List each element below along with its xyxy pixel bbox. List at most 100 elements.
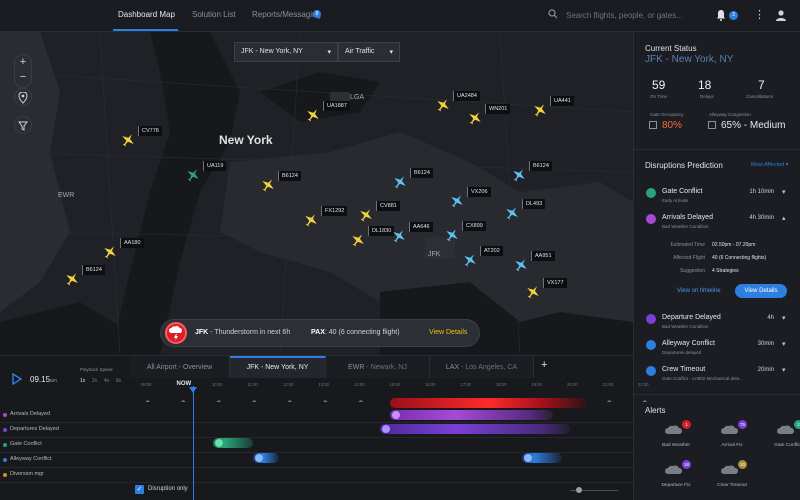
- time-tick: 16:00: [425, 382, 436, 387]
- bell-icon[interactable]: [716, 9, 726, 21]
- view-on-timeline-link[interactable]: View on timeline: [677, 288, 721, 294]
- alert-message: - Thunderstorm in next 6h: [210, 329, 291, 336]
- flight-label: DL1830: [368, 226, 395, 236]
- disruption-cause: Departures delayed: [662, 350, 702, 355]
- row-label: Diversion mgr: [10, 471, 44, 477]
- plane-icon: [262, 179, 274, 192]
- chevron-icon[interactable]: ▴: [782, 214, 786, 222]
- zoom-in-button[interactable]: +: [15, 55, 31, 70]
- search-input[interactable]: [566, 7, 696, 23]
- plane-icon: [527, 286, 539, 299]
- tab-sublabel: - Los Angeles, CA: [459, 364, 518, 371]
- search-box[interactable]: [548, 6, 698, 24]
- speed-4x[interactable]: 4x: [104, 378, 109, 384]
- time-tick: 22:00: [638, 382, 649, 387]
- timeline-zoom-handle[interactable]: [576, 487, 582, 493]
- timeline-tab-jfk[interactable]: JFK - New York, NY: [230, 356, 326, 378]
- location-button[interactable]: [14, 88, 32, 106]
- time-tick: 21:00: [602, 382, 613, 387]
- tab-dashboard-map[interactable]: Dashboard Map: [118, 10, 175, 19]
- alleyway-conflict-bar[interactable]: [253, 453, 279, 463]
- speed-1x[interactable]: 1x: [80, 378, 85, 384]
- flight-label: VX177: [543, 278, 567, 288]
- now-indicator-head[interactable]: [189, 387, 197, 393]
- filter-label: Most Affected: [751, 162, 785, 168]
- gate-conflict-bar[interactable]: [213, 438, 253, 448]
- more-menu-icon[interactable]: ⋮: [754, 9, 765, 21]
- city-label: New York: [219, 133, 273, 147]
- alert-label: Arrival Fix: [721, 443, 743, 448]
- flight-label: AA646: [409, 222, 433, 232]
- layer-select[interactable]: Air Traffic ▾: [338, 42, 400, 62]
- divider: [634, 149, 800, 150]
- view-details-link[interactable]: View Details: [429, 329, 467, 336]
- disruption-icon: [646, 314, 656, 324]
- alert-text: JFK - Thunderstorm in next 6h: [195, 329, 290, 336]
- disruption-name: Gate Conflict: [662, 188, 703, 195]
- status-title: Current Status: [645, 44, 697, 53]
- time-tick: 15:00: [389, 382, 400, 387]
- disruption-icon: [646, 366, 656, 376]
- active-tab-indicator: [113, 29, 178, 31]
- user-avatar-icon[interactable]: [775, 9, 787, 21]
- disruption-name: Crew Timeout: [662, 366, 706, 373]
- departures-delayed-bar[interactable]: [380, 424, 570, 434]
- plane-icon: [187, 169, 199, 182]
- flight-label: B6124: [410, 168, 433, 178]
- zoom-controls: + −: [14, 54, 32, 88]
- chevron-icon[interactable]: ▾: [782, 366, 786, 374]
- checkbox-checked[interactable]: ✓: [135, 485, 144, 494]
- flight-label: UA441: [550, 96, 574, 106]
- play-icon[interactable]: [12, 373, 22, 385]
- time-tick: 11:00: [247, 382, 258, 387]
- weather-alert-banner[interactable]: JFK - Thunderstorm in next 6h PAX: 40 (6…: [160, 319, 480, 347]
- zoom-out-button[interactable]: −: [15, 70, 31, 85]
- chevron-icon[interactable]: ▾: [782, 314, 786, 322]
- disruptions-title: Disruptions Prediction: [645, 161, 723, 170]
- alert-item[interactable]: 2 Gate Conflict: [760, 420, 800, 456]
- add-tab-button[interactable]: +: [541, 359, 547, 371]
- plane-icon: [469, 112, 481, 125]
- filter-button[interactable]: [14, 116, 32, 134]
- tab-solution-list[interactable]: Solution List: [192, 10, 236, 19]
- speed-8x[interactable]: 8x: [116, 378, 121, 384]
- cloud-icon: ☁: [180, 398, 186, 404]
- pax-label: PAX: [311, 329, 325, 336]
- chevron-icon[interactable]: ▾: [782, 188, 786, 196]
- timeline-tab-ewr[interactable]: EWR - Newark, NJ: [326, 356, 430, 378]
- row-color-dot: [3, 443, 7, 447]
- timeline-panel: 09.15am Playback Speed 1x 2x 4x 8x All A…: [0, 355, 648, 500]
- most-affected-filter[interactable]: Most Affected ▾: [751, 162, 789, 168]
- speed-2x[interactable]: 2x: [92, 378, 97, 384]
- timeline-tab-lax[interactable]: LAX - Los Angeles, CA: [430, 356, 534, 378]
- tab-label: EWR: [348, 364, 365, 371]
- view-details-button[interactable]: View Details: [735, 284, 787, 298]
- tab-reports-messaging[interactable]: Reports/Messaging: [252, 10, 321, 19]
- alert-label: Bad Weather: [662, 443, 690, 448]
- cloud-icon: ☁: [606, 398, 612, 404]
- row-divider: [0, 422, 633, 423]
- alert-label: Departure Fix: [661, 483, 691, 488]
- airport-select[interactable]: JFK - New York, NY ▾: [234, 42, 338, 62]
- bad-weather-bar[interactable]: [390, 398, 587, 408]
- flight-label: B6124: [529, 161, 552, 171]
- stat-delays-label: Delays: [700, 94, 714, 99]
- map-view[interactable]: + − JFK - New York, NY ▾ Air Traffic ▾ N…: [0, 32, 633, 355]
- timeline-tab-all[interactable]: All Airport - Overview: [130, 356, 230, 378]
- alleyway-conflict-bar[interactable]: [522, 453, 562, 463]
- alleyway-congestion-label: Alleyway Congestion: [709, 112, 751, 117]
- time-tick: 14:00: [354, 382, 365, 387]
- alert-item[interactable]: 18 Departure Fix: [648, 460, 704, 496]
- plane-icon: [392, 411, 400, 419]
- alert-item[interactable]: 10 Crew Timeout: [704, 460, 760, 496]
- alert-count: 2: [794, 420, 800, 429]
- chevron-icon[interactable]: ▾: [782, 340, 786, 348]
- disruption-cause: Bad Weather Condition: [662, 224, 709, 229]
- alert-count: 1: [682, 420, 691, 429]
- disruption-cause: Early Arrivals: [662, 198, 689, 203]
- arrivals-delayed-bar[interactable]: [390, 410, 553, 420]
- alert-item[interactable]: 75 Arrival Fix: [704, 420, 760, 456]
- alert-item[interactable]: 1 Bad Weather: [648, 420, 704, 456]
- map-background: [0, 32, 633, 355]
- cloud-icon: ☁: [287, 398, 292, 404]
